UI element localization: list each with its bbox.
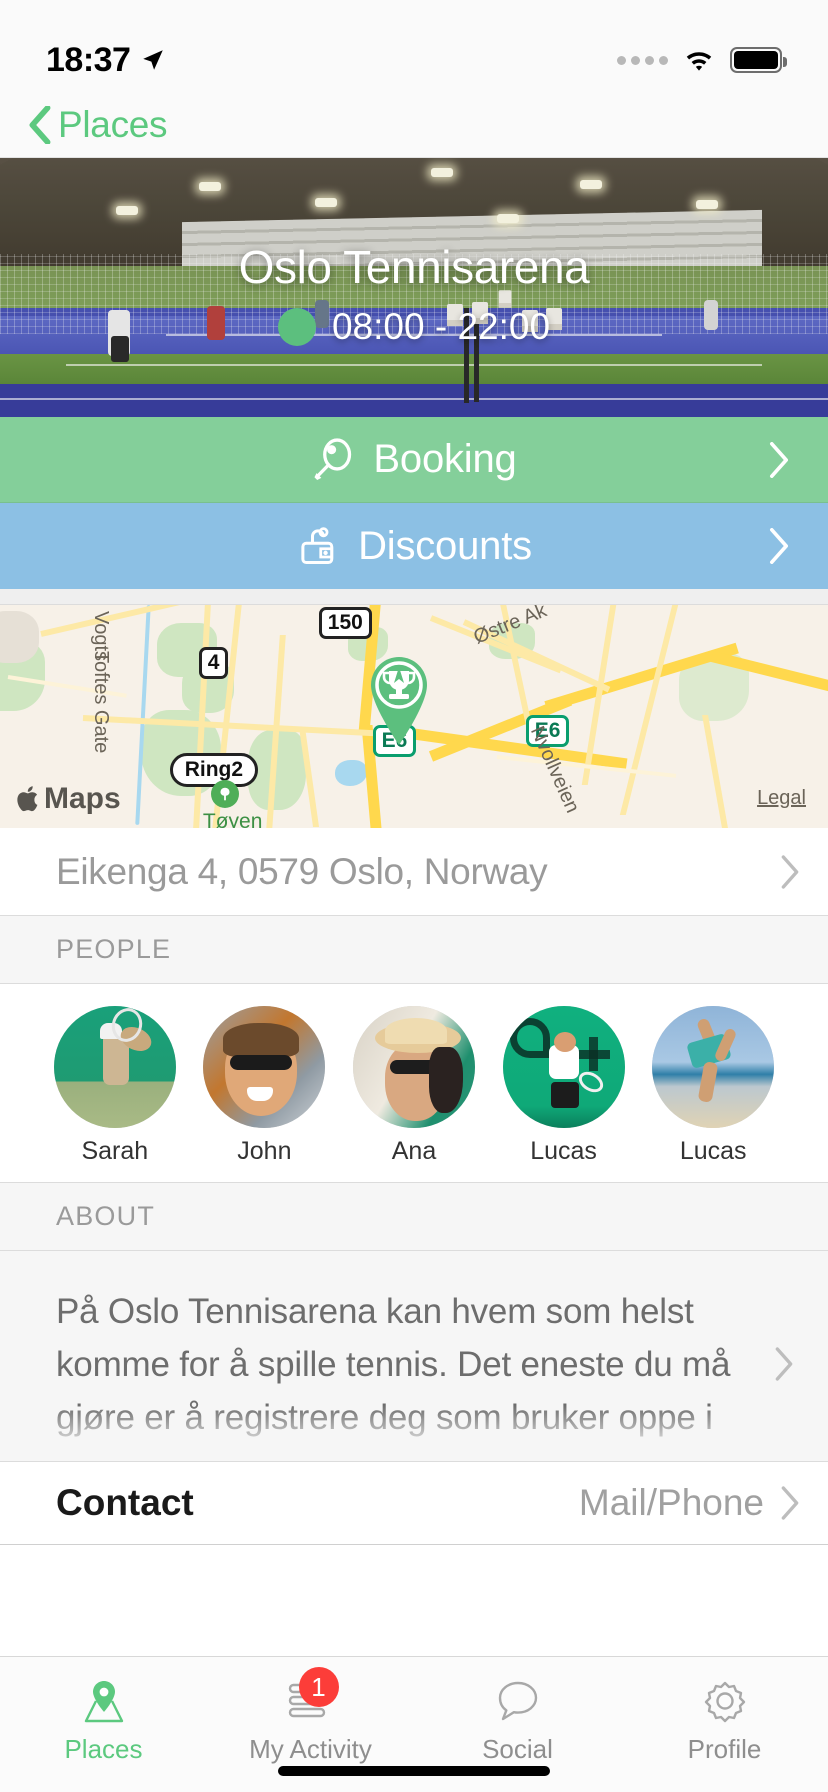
trophy-location-pin bbox=[364, 655, 434, 747]
park-tree-icon bbox=[211, 780, 239, 808]
back-button[interactable]: Places bbox=[28, 104, 167, 146]
park-label-toyen: Tøyen bbox=[203, 810, 263, 828]
tab-profile[interactable]: Profile bbox=[621, 1675, 828, 1765]
tab-label: Social bbox=[482, 1734, 553, 1765]
tab-label: Places bbox=[64, 1734, 142, 1765]
street-label-toftes-gate: Toftes Gate bbox=[89, 651, 112, 753]
address-row[interactable]: Eikenga 4, 0579 Oslo, Norway bbox=[0, 828, 828, 916]
tab-label: My Activity bbox=[249, 1734, 372, 1765]
avatar bbox=[54, 1006, 176, 1128]
status-bar-left: 18:37 bbox=[46, 41, 166, 80]
apple-logo-icon bbox=[16, 784, 42, 814]
maps-label: Maps bbox=[44, 782, 121, 816]
route-shield-ring2: Ring2 bbox=[170, 753, 258, 787]
contact-row[interactable]: Contact Mail/Phone bbox=[0, 1461, 828, 1545]
avatar bbox=[203, 1006, 325, 1128]
booking-label: Booking bbox=[373, 437, 516, 482]
person-name: Lucas bbox=[530, 1137, 597, 1166]
chevron-right-icon bbox=[780, 1486, 800, 1520]
list-item[interactable]: Lucas bbox=[503, 1006, 625, 1166]
location-arrow-icon bbox=[140, 47, 166, 73]
contact-value: Mail/Phone bbox=[579, 1482, 764, 1524]
venue-hours: 08:00 - 22:00 bbox=[0, 306, 828, 348]
tab-social[interactable]: Social bbox=[414, 1675, 621, 1765]
tab-bar: Places 1 My Activity Social Profile bbox=[0, 1656, 828, 1792]
about-header-label: ABOUT bbox=[56, 1201, 155, 1232]
back-button-label: Places bbox=[58, 104, 167, 146]
address-text: Eikenga 4, 0579 Oslo, Norway bbox=[56, 851, 547, 893]
discounts-label: Discounts bbox=[358, 524, 532, 569]
list-item[interactable]: Lucas bbox=[652, 1006, 774, 1166]
activity-badge: 1 bbox=[299, 1667, 339, 1707]
discount-ticket-icon bbox=[296, 524, 340, 568]
list-item[interactable]: Ana bbox=[353, 1006, 475, 1166]
wifi-icon bbox=[682, 47, 716, 73]
apple-maps-attribution: Maps bbox=[16, 782, 121, 816]
list-item[interactable]: John bbox=[203, 1006, 325, 1166]
booking-row[interactable]: Booking bbox=[0, 417, 828, 503]
avatar bbox=[503, 1006, 625, 1128]
tennis-racket-icon bbox=[311, 438, 355, 482]
open-status-dot bbox=[278, 308, 316, 346]
person-name: John bbox=[237, 1137, 291, 1166]
venue-hero-image: Oslo Tennisarena 08:00 - 22:00 bbox=[0, 158, 828, 417]
discounts-row[interactable]: Discounts bbox=[0, 503, 828, 589]
chevron-right-icon bbox=[768, 528, 790, 564]
map-pin-icon bbox=[78, 1675, 130, 1727]
tab-my-activity[interactable]: 1 My Activity bbox=[207, 1675, 414, 1765]
chevron-right-icon bbox=[780, 855, 800, 889]
about-row[interactable]: På Oslo Tennisarena kan hvem som helst k… bbox=[0, 1251, 828, 1461]
venue-map[interactable]: 150 4 Ring2 E6 E6 Vogts Toftes Gate Østr… bbox=[0, 605, 828, 828]
person-name: Lucas bbox=[680, 1137, 747, 1166]
chevron-right-icon bbox=[768, 442, 790, 478]
avatar bbox=[353, 1006, 475, 1128]
home-indicator bbox=[278, 1766, 550, 1776]
people-header-label: PEOPLE bbox=[56, 934, 171, 965]
status-bar: 18:37 bbox=[0, 0, 828, 92]
venue-title: Oslo Tennisarena bbox=[0, 240, 828, 294]
people-section-header: PEOPLE bbox=[0, 916, 828, 984]
people-list: Sarah John Ana bbox=[0, 984, 828, 1183]
tab-places[interactable]: Places bbox=[0, 1675, 207, 1765]
map-separator bbox=[0, 589, 828, 605]
navigation-bar: Places bbox=[0, 92, 828, 158]
gear-icon bbox=[699, 1675, 751, 1727]
venue-hours-text: 08:00 - 22:00 bbox=[332, 306, 550, 348]
chevron-left-icon bbox=[28, 106, 52, 144]
route-shield-4: 4 bbox=[199, 647, 229, 679]
about-fade-overlay bbox=[0, 1405, 828, 1461]
list-lines-icon: 1 bbox=[285, 1675, 337, 1727]
contact-label: Contact bbox=[56, 1482, 194, 1524]
status-bar-right bbox=[617, 47, 782, 73]
person-name: Sarah bbox=[81, 1137, 148, 1166]
route-shield-150: 150 bbox=[319, 607, 372, 639]
chevron-right-icon bbox=[774, 1347, 794, 1381]
battery-full-icon bbox=[730, 47, 782, 73]
speech-bubble-icon bbox=[492, 1675, 544, 1727]
status-bar-time: 18:37 bbox=[46, 41, 130, 80]
signal-dots-icon bbox=[617, 56, 668, 65]
list-item[interactable]: Sarah bbox=[54, 1006, 176, 1166]
tab-label: Profile bbox=[688, 1734, 762, 1765]
about-section-header: ABOUT bbox=[0, 1183, 828, 1251]
avatar bbox=[652, 1006, 774, 1128]
map-legal-link[interactable]: Legal bbox=[757, 787, 806, 810]
person-name: Ana bbox=[392, 1137, 436, 1166]
